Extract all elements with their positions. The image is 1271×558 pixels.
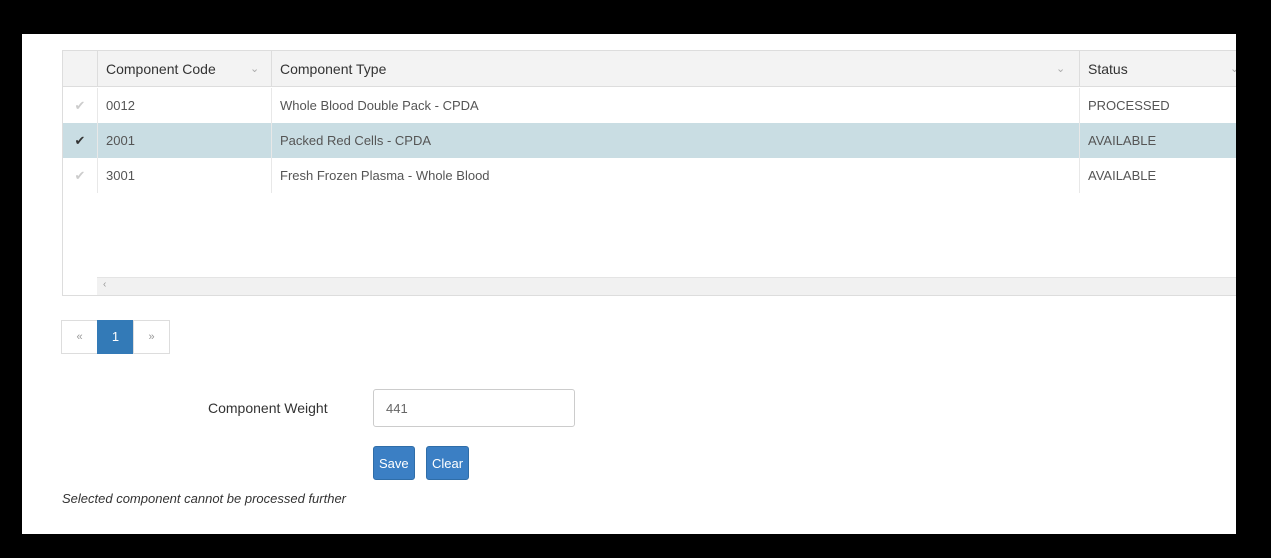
clear-button[interactable]: Clear [426, 446, 470, 480]
table-row[interactable]: ✔ 0012 Whole Blood Double Pack - CPDA PR… [63, 88, 1236, 123]
column-header-status[interactable]: Status ⌄ [1079, 51, 1236, 87]
column-header-component-type[interactable]: Component Type ⌄ [271, 51, 1079, 87]
scroll-left-icon[interactable]: ‹ [103, 279, 106, 290]
pagination: « 1 » [61, 320, 170, 354]
cell-status: AVAILABLE [1079, 158, 1236, 193]
cell-component-type: Whole Blood Double Pack - CPDA [271, 88, 1079, 123]
sort-chevron-icon[interactable]: ⌄ [250, 51, 259, 87]
page-first-button[interactable]: « [61, 320, 98, 354]
grid-header: Component Code ⌄ Component Type ⌄ Status… [63, 51, 1236, 87]
row-checkmark-icon[interactable]: ✔ [63, 88, 97, 123]
cell-component-code: 0012 [97, 88, 271, 123]
component-panel: Component Code ⌄ Component Type ⌄ Status… [22, 34, 1236, 534]
column-header-label: Component Type [280, 61, 387, 77]
column-header-label: Component Code [106, 61, 216, 77]
cell-component-code: 2001 [97, 123, 271, 158]
component-weight-input[interactable] [373, 389, 575, 427]
row-checkmark-icon[interactable]: ✔ [63, 123, 97, 158]
sort-chevron-icon[interactable]: ⌄ [1230, 51, 1236, 87]
table-row[interactable]: ✔ 3001 Fresh Frozen Plasma - Whole Blood… [63, 158, 1236, 193]
column-header-label: Status [1088, 61, 1128, 77]
cell-component-type: Packed Red Cells - CPDA [271, 123, 1079, 158]
cell-status: PROCESSED [1079, 88, 1236, 123]
row-checkmark-icon[interactable]: ✔ [63, 158, 97, 193]
page-current-button[interactable]: 1 [97, 320, 134, 354]
cell-component-type: Fresh Frozen Plasma - Whole Blood [271, 158, 1079, 193]
status-message: Selected component cannot be processed f… [62, 491, 347, 506]
table-row[interactable]: ✔ 2001 Packed Red Cells - CPDA AVAILABLE [63, 123, 1236, 158]
horizontal-scrollbar[interactable]: ‹ [97, 277, 1236, 295]
cell-component-code: 3001 [97, 158, 271, 193]
sort-chevron-icon[interactable]: ⌄ [1056, 51, 1065, 87]
column-header-component-code[interactable]: Component Code ⌄ [97, 51, 271, 87]
components-grid: Component Code ⌄ Component Type ⌄ Status… [62, 50, 1236, 296]
component-weight-label: Component Weight [208, 400, 328, 416]
page-last-button[interactable]: » [133, 320, 170, 354]
save-button[interactable]: Save [373, 446, 415, 480]
cell-status: AVAILABLE [1079, 123, 1236, 158]
